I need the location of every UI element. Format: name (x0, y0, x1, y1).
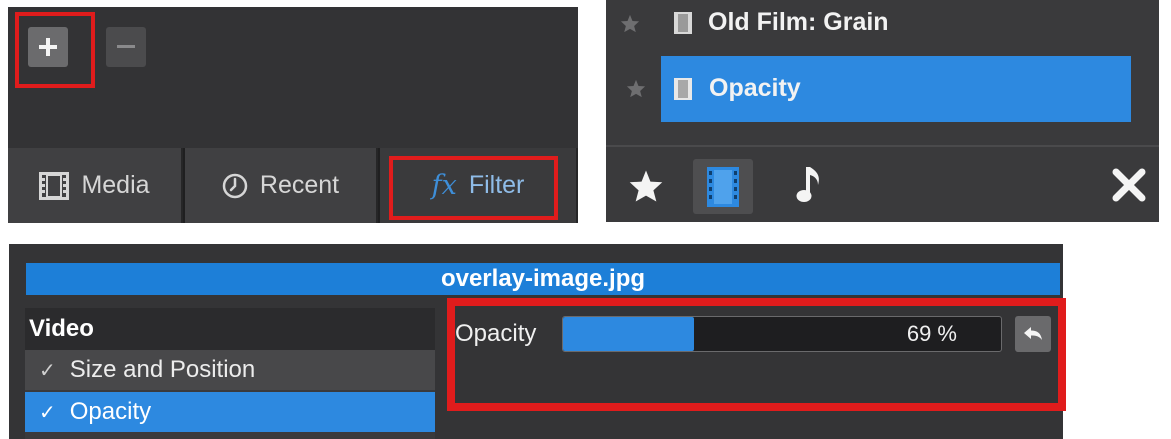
filter-item-label: Old Film: Grain (708, 8, 889, 36)
attached-filters-list: Video ✓ Size and Position ✓ Opacity (25, 308, 435, 439)
clock-icon (222, 173, 248, 198)
favorite-star-icon[interactable] (620, 14, 640, 33)
close-icon (1112, 168, 1146, 202)
plus-icon (39, 38, 57, 56)
add-filter-button[interactable] (28, 27, 68, 67)
video-filter-icon (674, 78, 692, 100)
tab-recent[interactable]: Recent (185, 148, 378, 223)
favorites-star-icon (629, 170, 663, 202)
filter-chooser-panel: Old Film: Grain Opacity (606, 0, 1159, 222)
tab-recent-label: Recent (259, 171, 340, 199)
opacity-properties: Opacity 69 % (455, 308, 1059, 439)
minus-icon (117, 45, 135, 48)
attached-filter-opacity[interactable]: ✓ Opacity (25, 392, 435, 432)
attached-filter-label: Opacity (69, 398, 152, 425)
filter-properties-panel: overlay-image.jpg Video ✓ Size and Posit… (9, 244, 1063, 439)
filters-toolbar-panel: Media Recent fx Filter (8, 7, 578, 223)
filter-category-bar (606, 145, 1159, 222)
reset-opacity-button[interactable] (1015, 316, 1051, 352)
remove-filter-button[interactable] (106, 27, 146, 67)
filter-item-old-film-grain[interactable]: Old Film: Grain (606, 0, 1159, 48)
opacity-slider-fill (563, 317, 695, 351)
filter-item-opacity[interactable]: Opacity (661, 56, 1131, 122)
audio-filters-icon (796, 167, 819, 202)
opacity-label: Opacity (455, 320, 537, 347)
tab-filter[interactable]: fx Filter (380, 148, 578, 223)
tab-media[interactable]: Media (8, 148, 183, 223)
attached-filter-label: Size and Position (69, 356, 256, 383)
video-filter-icon (674, 12, 692, 34)
favorite-star-icon[interactable] (626, 79, 646, 98)
panel-tab-bar: Media Recent fx Filter (8, 148, 578, 223)
video-filters-button[interactable] (693, 159, 753, 214)
enabled-checkbox[interactable]: ✓ (39, 400, 56, 425)
opacity-value: 69 % (906, 321, 957, 346)
clip-title: overlay-image.jpg (26, 263, 1060, 295)
fx-icon: fx (431, 170, 457, 201)
enabled-checkbox[interactable]: ✓ (39, 358, 56, 383)
film-icon (39, 171, 70, 200)
tab-filter-label: Filter (468, 171, 525, 199)
opacity-slider[interactable]: 69 % (562, 316, 1002, 352)
attached-filter-size-and-position[interactable]: ✓ Size and Position (25, 350, 435, 390)
section-header-video: Video (25, 308, 435, 350)
close-chooser-button[interactable] (1109, 165, 1149, 205)
filter-item-label: Opacity (709, 74, 801, 102)
favorites-button[interactable] (626, 167, 666, 205)
audio-filters-button[interactable] (794, 162, 824, 208)
tab-media-label: Media (81, 171, 150, 199)
video-filters-icon (707, 166, 739, 207)
undo-arrow-icon (1024, 327, 1042, 340)
